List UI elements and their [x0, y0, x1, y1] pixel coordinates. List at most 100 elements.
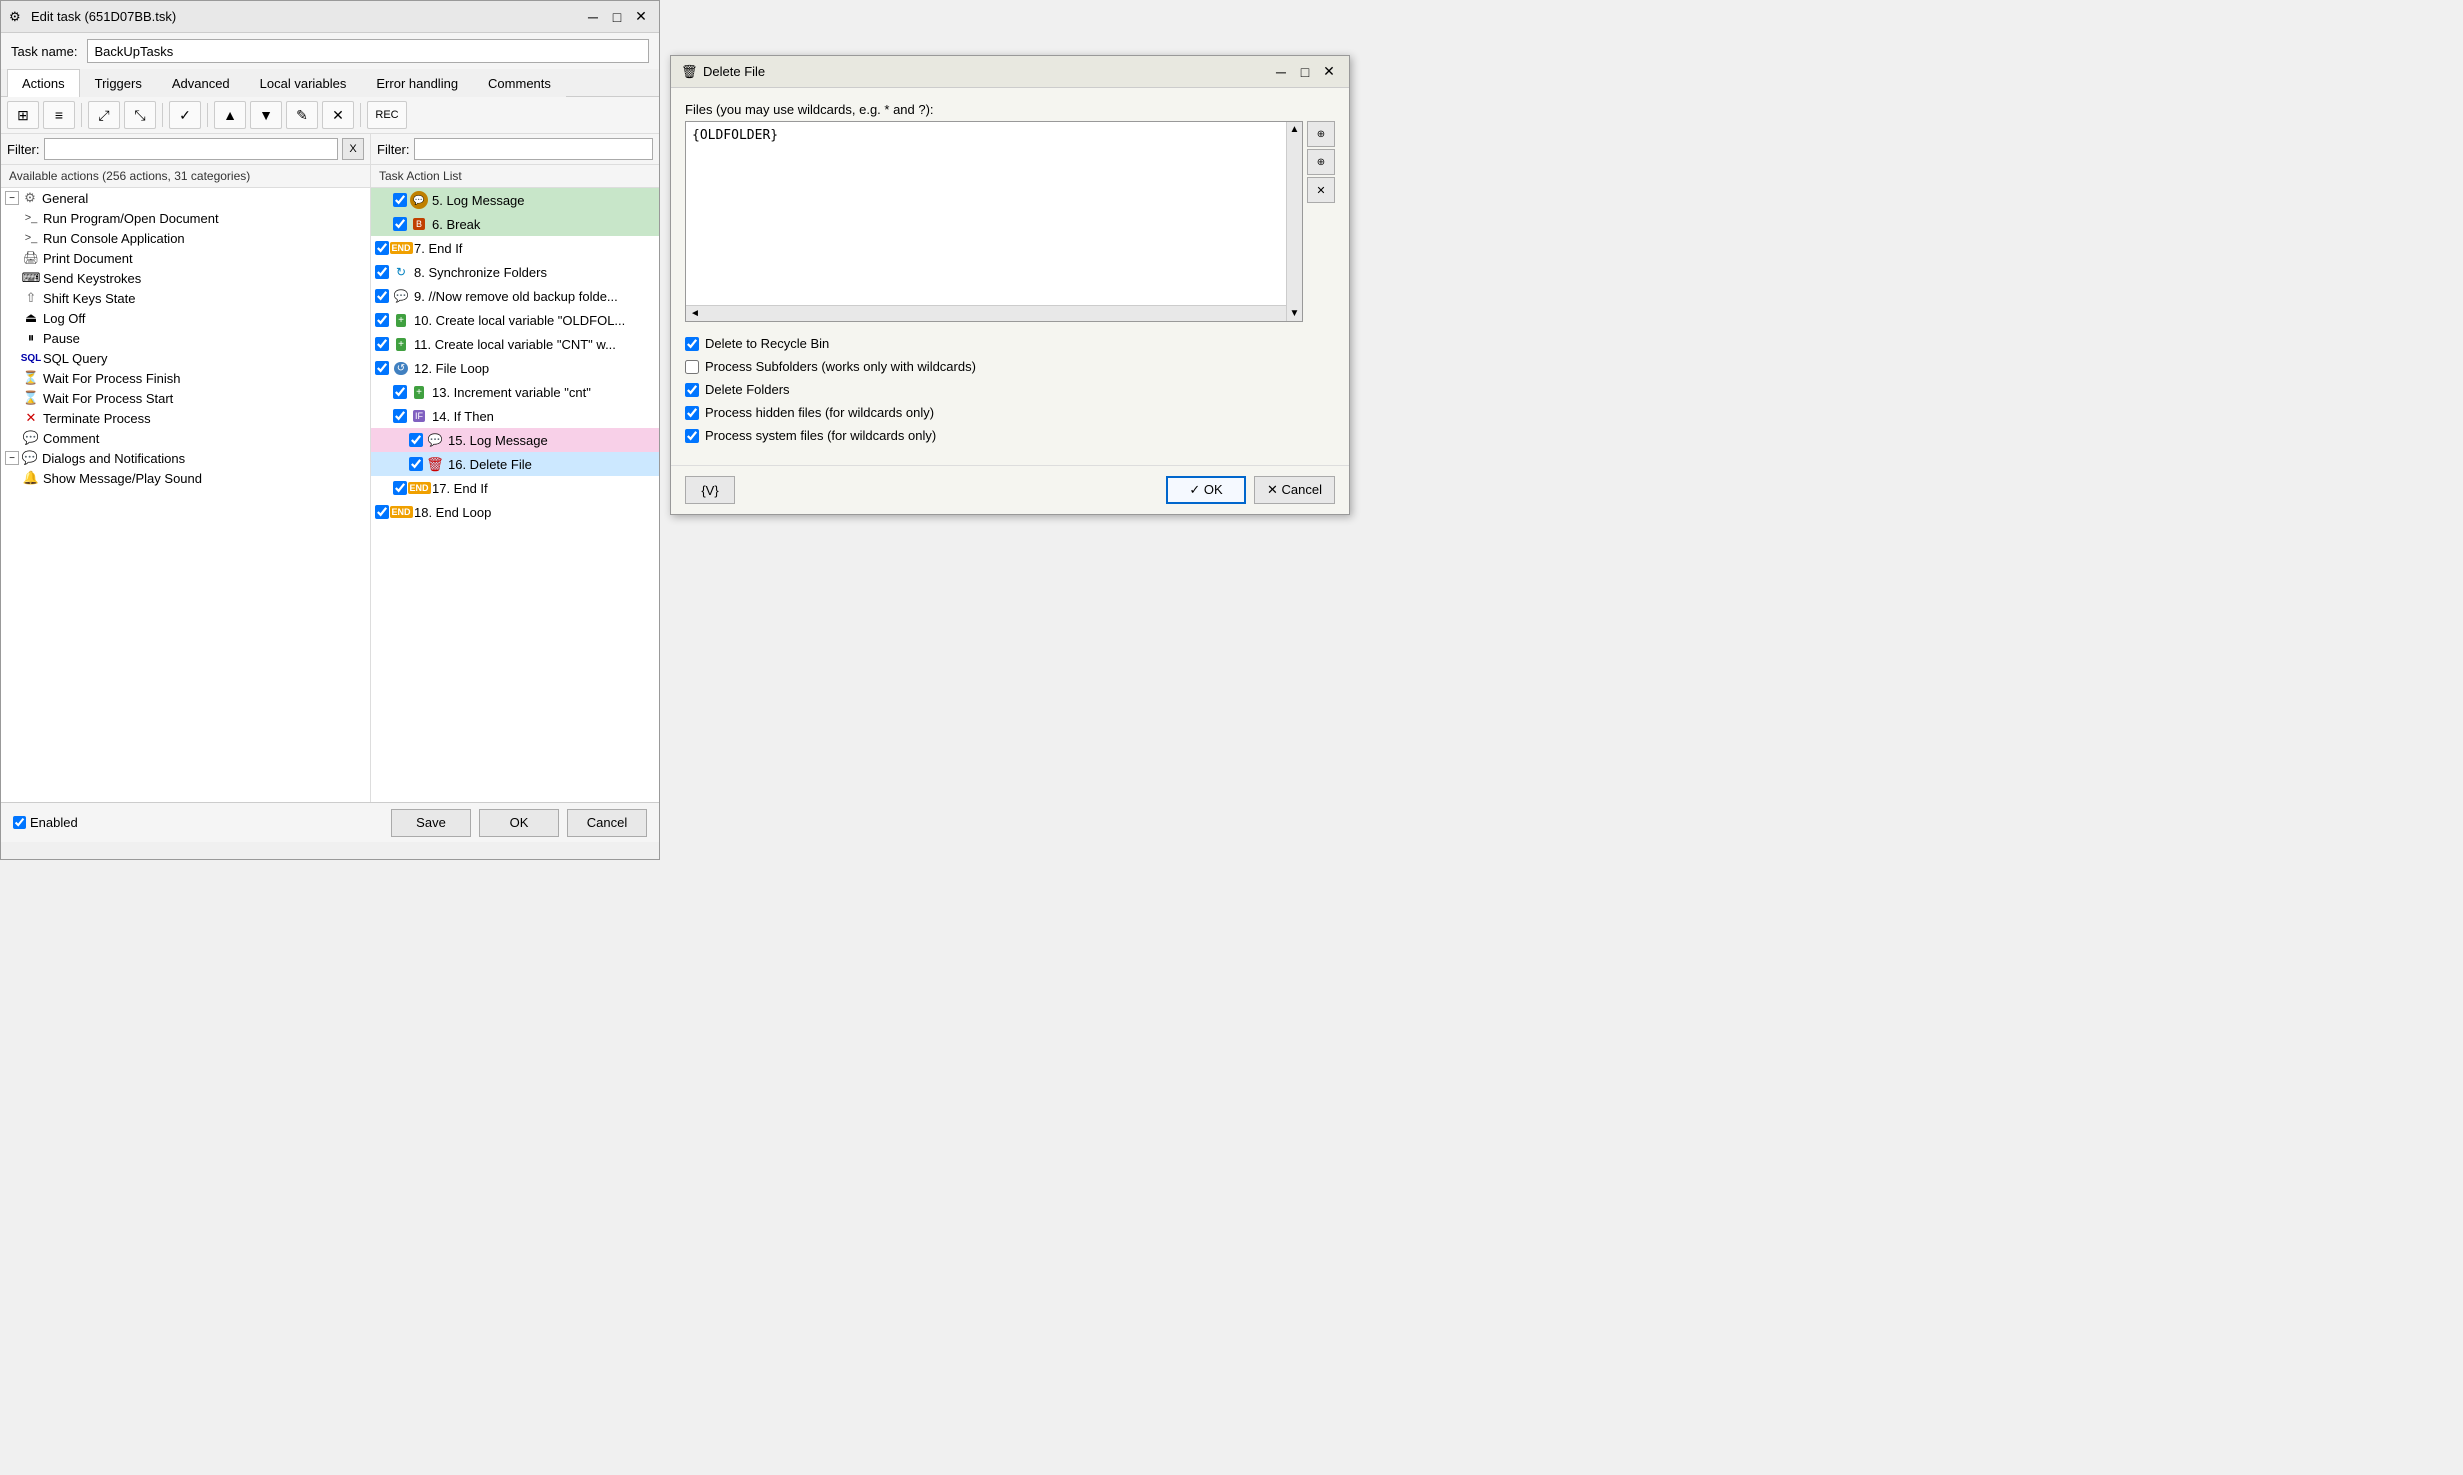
process-system-checkbox[interactable] — [685, 429, 699, 443]
action-item-14[interactable]: IF 14. If Then — [371, 404, 659, 428]
move-down-button[interactable]: ▼ — [250, 101, 282, 129]
delete-button[interactable]: ✕ — [322, 101, 354, 129]
left-filter-input[interactable] — [44, 138, 339, 160]
action-13-checkbox[interactable] — [393, 385, 407, 399]
check-button[interactable]: ✓ — [169, 101, 201, 129]
action-9-checkbox[interactable] — [375, 289, 389, 303]
scroll-up-arrow[interactable]: ▲ — [1288, 122, 1302, 137]
action-item-10[interactable]: + 10. Create local variable "OLDFOL... — [371, 308, 659, 332]
files-textarea[interactable]: {OLDFOLDER} — [686, 122, 1302, 302]
action-10-label: 10. Create local variable "OLDFOL... — [414, 313, 625, 328]
move-up-button[interactable]: ▲ — [214, 101, 246, 129]
action-item-5[interactable]: 💬 5. Log Message — [371, 188, 659, 212]
action-7-checkbox[interactable] — [375, 241, 389, 255]
action-send-keystrokes[interactable]: ⌨ Send Keystrokes — [1, 268, 370, 288]
action-11-checkbox[interactable] — [375, 337, 389, 351]
left-filter-clear-button[interactable]: X — [342, 138, 364, 160]
action-show-message[interactable]: 🔔 Show Message/Play Sound — [1, 468, 370, 488]
minimize-button[interactable]: ─ — [583, 7, 603, 27]
action-sql-query[interactable]: SQL SQL Query — [1, 348, 370, 368]
tab-local-variables[interactable]: Local variables — [245, 69, 362, 97]
edit-button[interactable]: ✎ — [286, 101, 318, 129]
dialog-minimize-button[interactable]: ─ — [1271, 62, 1291, 82]
action-9-icon: 💬 — [392, 287, 410, 305]
action-item-11[interactable]: + 11. Create local variable "CNT" w... — [371, 332, 659, 356]
task-name-input[interactable] — [87, 39, 649, 63]
expand-all-button[interactable]: ⤢ — [88, 101, 120, 129]
action-log-off[interactable]: ⏏ Log Off — [1, 308, 370, 328]
action-17-checkbox[interactable] — [393, 481, 407, 495]
action-12-checkbox[interactable] — [375, 361, 389, 375]
action-16-checkbox[interactable] — [409, 457, 423, 471]
delete-recycle-label: Delete to Recycle Bin — [705, 336, 829, 351]
action-run-program[interactable]: >_ Run Program/Open Document — [1, 208, 370, 228]
action-6-checkbox[interactable] — [393, 217, 407, 231]
action-pause[interactable]: ⏸ Pause — [1, 328, 370, 348]
side-button-1[interactable]: ⊕ — [1307, 121, 1335, 147]
action-wait-process-finish[interactable]: ⏳ Wait For Process Finish — [1, 368, 370, 388]
dialog-ok-button[interactable]: ✓ OK — [1166, 476, 1246, 504]
action-item-13[interactable]: + 13. Increment variable "cnt" — [371, 380, 659, 404]
action-5-checkbox[interactable] — [393, 193, 407, 207]
action-18-checkbox[interactable] — [375, 505, 389, 519]
comment-label: Comment — [43, 431, 99, 446]
process-subfolders-checkbox[interactable] — [685, 360, 699, 374]
action-run-console[interactable]: >_ Run Console Application — [1, 228, 370, 248]
side-buttons: ⊕ ⊕ ✕ — [1307, 121, 1335, 322]
scroll-left-arrow[interactable]: ◄ — [686, 308, 704, 319]
dialog-maximize-button[interactable]: □ — [1295, 62, 1315, 82]
action-item-16[interactable]: 🗑 16. Delete File — [371, 452, 659, 476]
list-view-button[interactable]: ≡ — [43, 101, 75, 129]
category-dialogs[interactable]: − 💬 Dialogs and Notifications — [1, 448, 370, 468]
right-filter-input[interactable] — [414, 138, 654, 160]
side-button-2[interactable]: ⊕ — [1307, 149, 1335, 175]
action-item-12[interactable]: ↺ 12. File Loop — [371, 356, 659, 380]
action-print[interactable]: 🖨 Print Document — [1, 248, 370, 268]
enabled-checkbox-row: Enabled — [13, 815, 78, 830]
action-comment[interactable]: 💬 Comment — [1, 428, 370, 448]
ok-button[interactable]: OK — [479, 809, 559, 837]
delete-folders-checkbox[interactable] — [685, 383, 699, 397]
collapse-all-button[interactable]: ⤡ — [124, 101, 156, 129]
general-collapse-icon[interactable]: − — [5, 191, 19, 205]
action-wait-process-start[interactable]: ⌛ Wait For Process Start — [1, 388, 370, 408]
right-panel: Filter: Task Action List 💬 5. Log Messag… — [371, 134, 659, 802]
tab-error-handling[interactable]: Error handling — [361, 69, 473, 97]
action-item-9[interactable]: 💬 9. //Now remove old backup folde... — [371, 284, 659, 308]
tab-triggers[interactable]: Triggers — [80, 69, 157, 97]
tab-actions[interactable]: Actions — [7, 69, 80, 97]
grid-view-button[interactable]: ⊞ — [7, 101, 39, 129]
category-general[interactable]: − ⚙ General — [1, 188, 370, 208]
maximize-button[interactable]: □ — [607, 7, 627, 27]
dialog-cancel-button[interactable]: ✕ Cancel — [1254, 476, 1335, 504]
action-shift-keys[interactable]: ⇧ Shift Keys State — [1, 288, 370, 308]
action-15-checkbox[interactable] — [409, 433, 423, 447]
dialogs-collapse-icon[interactable]: − — [5, 451, 19, 465]
tab-advanced[interactable]: Advanced — [157, 69, 245, 97]
dialog-close-button[interactable]: ✕ — [1319, 62, 1339, 82]
process-hidden-checkbox[interactable] — [685, 406, 699, 420]
variable-button[interactable]: {V} — [685, 476, 735, 504]
action-item-18[interactable]: END 18. End Loop — [371, 500, 659, 524]
left-filter-label: Filter: — [7, 142, 40, 157]
side-button-3[interactable]: ✕ — [1307, 177, 1335, 203]
tab-comments[interactable]: Comments — [473, 69, 566, 97]
delete-recycle-checkbox[interactable] — [685, 337, 699, 351]
close-button[interactable]: ✕ — [631, 7, 651, 27]
terminate-icon: ✕ — [23, 410, 39, 426]
save-button[interactable]: Save — [391, 809, 471, 837]
action-item-17[interactable]: END 17. End If — [371, 476, 659, 500]
enabled-checkbox[interactable] — [13, 816, 26, 829]
action-10-checkbox[interactable] — [375, 313, 389, 327]
action-item-6[interactable]: B 6. Break — [371, 212, 659, 236]
action-8-checkbox[interactable] — [375, 265, 389, 279]
action-item-7[interactable]: END 7. End If — [371, 236, 659, 260]
cancel-button[interactable]: Cancel — [567, 809, 647, 837]
record-button[interactable]: REC — [367, 101, 407, 129]
scroll-down-arrow[interactable]: ▼ — [1288, 306, 1302, 321]
action-item-15[interactable]: 💬 15. Log Message — [371, 428, 659, 452]
action-item-8[interactable]: ↻ 8. Synchronize Folders — [371, 260, 659, 284]
main-window-title: Edit task (651D07BB.tsk) — [31, 9, 583, 24]
action-14-checkbox[interactable] — [393, 409, 407, 423]
action-terminate-process[interactable]: ✕ Terminate Process — [1, 408, 370, 428]
